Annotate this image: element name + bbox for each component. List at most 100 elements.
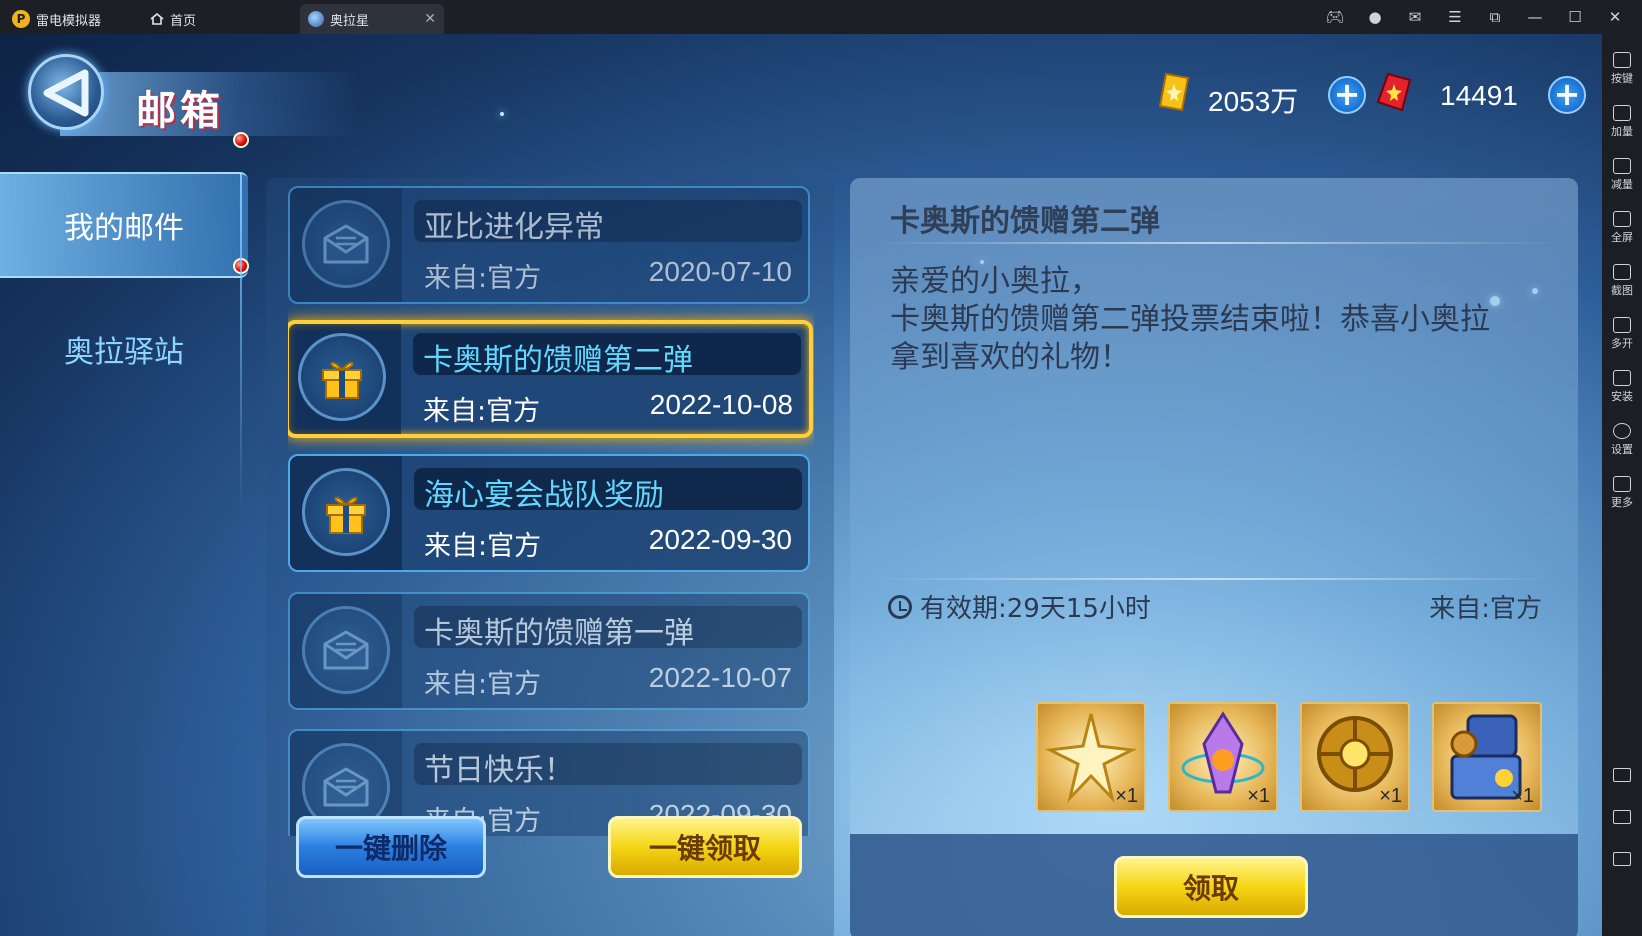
mail-date: 2020-07-10 [648,256,792,287]
mail-category-nav: 我的邮件 奥拉驿站 [0,172,248,932]
game-screen: 邮箱 2053万 + 14491 + 我的邮件 奥拉驿站 亚比进化异常 来自:官… [0,34,1602,936]
nav-my-mail[interactable]: 我的邮件 [0,172,248,278]
mail-item[interactable]: 海心宴会战队奖励 来自:官方 2022-09-30 [288,454,810,572]
sidebar-label: 全屏 [1611,231,1633,244]
claim-all-button[interactable]: 一键领取 [608,816,802,878]
divider [874,578,1554,580]
reward-item[interactable]: ×1 [1432,702,1542,812]
add-gold-button[interactable]: + [1328,76,1366,114]
reward-item[interactable]: ×1 [1168,702,1278,812]
sidebar-settings[interactable]: 设置 [1602,423,1642,457]
mail-title: 亚比进化异常 [424,210,604,245]
detail-footer: 领取 [850,834,1578,936]
sidebar-multi-instance[interactable]: 多开 [1602,317,1642,351]
sidebar-label: 截图 [1611,284,1633,297]
red-diamond-icon [1376,72,1412,112]
sidebar-label: 加量 [1611,125,1633,138]
mail-title: 海心宴会战队奖励 [424,478,664,513]
reward-item[interactable]: ×1 [1036,702,1146,812]
claim-button[interactable]: 领取 [1114,856,1308,918]
mail-list[interactable]: 亚比进化异常 来自:官方 2020-07-10 卡奥斯的馈赠第二弹 来自:官方 … [288,186,814,836]
sidebar-volume-up[interactable]: 加量 [1602,105,1642,139]
nav-aola-station-label: 奥拉驿站 [64,335,184,370]
tab-game[interactable]: 奥拉星 ✕ [300,4,444,34]
detail-sender: 来自:官方 [1429,594,1542,624]
restore-small-icon[interactable]: ⧉ [1486,8,1504,26]
diamond-amount: 14491 [1440,80,1518,111]
mail-title: 卡奥斯的馈赠第一弹 [424,616,694,651]
page-title: 邮箱 [136,88,224,134]
close-window-icon[interactable]: ✕ [1606,8,1624,26]
mail-title: 卡奥斯的馈赠第二弹 [423,343,693,378]
sidebar-more[interactable]: 更多 [1602,476,1642,510]
mail-sender: 来自:官方 [424,669,542,700]
envelope-icon [323,224,369,264]
back-button[interactable] [28,54,104,130]
nav-my-mail-label: 我的邮件 [64,211,184,246]
delete-all-button[interactable]: 一键删除 [296,816,486,878]
divider [874,242,1554,244]
multi-window-icon [1613,317,1631,333]
validity-text: 有效期:29天15小时 [920,594,1151,624]
game-tab-icon [308,11,324,27]
gamepad-icon[interactable]: 🎮︎ [1325,8,1344,26]
emulator-sidebar: 按键 加量 减量 全屏 截图 多开 安装 设置 更多 [1602,34,1642,936]
mail-sender: 来自:官方 [424,263,542,294]
menu-icon[interactable]: ☰ [1446,8,1464,26]
envelope-icon [323,630,369,670]
tab-home[interactable]: 首页 [150,4,196,34]
sidebar-install-apk[interactable]: 安装 [1602,370,1642,404]
mail-item[interactable]: 亚比进化异常 来自:官方 2020-07-10 [288,186,810,304]
volume-up-icon [1613,105,1631,121]
envelope-icon [323,767,369,807]
maximize-icon[interactable]: ☐ [1566,8,1584,26]
claim-label: 领取 [1182,872,1239,905]
sidebar-volume-down[interactable]: 减量 [1602,158,1642,192]
android-home-icon[interactable] [1613,810,1631,824]
emulator-logo-tab[interactable]: P 雷电模拟器 [12,4,101,34]
gift-icon [326,496,366,534]
detail-body-line: 拿到喜欢的礼物！ [890,340,1130,375]
mail-date: 2022-09-30 [648,524,792,555]
tab-home-label: 首页 [170,13,197,29]
gold-coin-icon [1158,72,1190,112]
tab-close-icon[interactable]: ✕ [424,11,436,27]
validity-row: 有效期:29天15小时 [888,588,1151,625]
emulator-titlebar: P 雷电模拟器 首页 奥拉星 ✕ 🎮︎ ● ✉ ☰ ⧉ — ☐ ✕ [0,0,1642,34]
sidebar-label: 多开 [1611,337,1633,350]
nav-aola-station[interactable]: 奥拉驿站 [0,298,248,400]
avatar-icon[interactable]: ● [1366,8,1384,26]
mail-item[interactable]: 卡奥斯的馈赠第一弹 来自:官方 2022-10-07 [288,592,810,710]
leidian-logo-icon: P [12,10,30,28]
sidebar-label: 按键 [1611,72,1633,85]
sidebar-keymap[interactable]: 按键 [1602,52,1642,86]
notification-dot [233,132,249,148]
sidebar-screenshot[interactable]: 截图 [1602,264,1642,298]
reward-quantity: ×1 [1247,785,1270,807]
claim-all-label: 一键领取 [648,832,761,865]
gear-icon [1613,423,1631,439]
mail-title: 节日快乐！ [424,753,574,788]
mail-sender: 来自:官方 [423,396,541,427]
gold-amount: 2053万 [1208,86,1299,117]
android-recents-icon[interactable] [1613,852,1631,866]
gift-icon [322,361,362,399]
sidebar-label: 减量 [1611,178,1633,191]
minimize-icon[interactable]: — [1526,8,1544,26]
nav-divider-line [240,174,242,514]
more-icon [1613,476,1631,492]
keyboard-icon [1613,52,1631,68]
mail-item-selected[interactable]: 卡奥斯的馈赠第二弹 来自:官方 2022-10-08 [288,320,813,438]
sidebar-fullscreen[interactable]: 全屏 [1602,211,1642,245]
reward-item[interactable]: ×1 [1300,702,1410,812]
android-back-icon[interactable] [1613,768,1631,782]
mail-sender: 来自:官方 [424,531,542,562]
delete-all-label: 一键删除 [334,832,447,865]
star-sparkle [500,112,504,116]
mail-icon[interactable]: ✉ [1406,8,1424,26]
sidebar-label: 设置 [1611,443,1633,456]
apk-icon [1613,370,1631,386]
scissors-icon [1613,264,1631,280]
clock-icon [888,594,912,619]
add-diamond-button[interactable]: + [1548,76,1586,114]
